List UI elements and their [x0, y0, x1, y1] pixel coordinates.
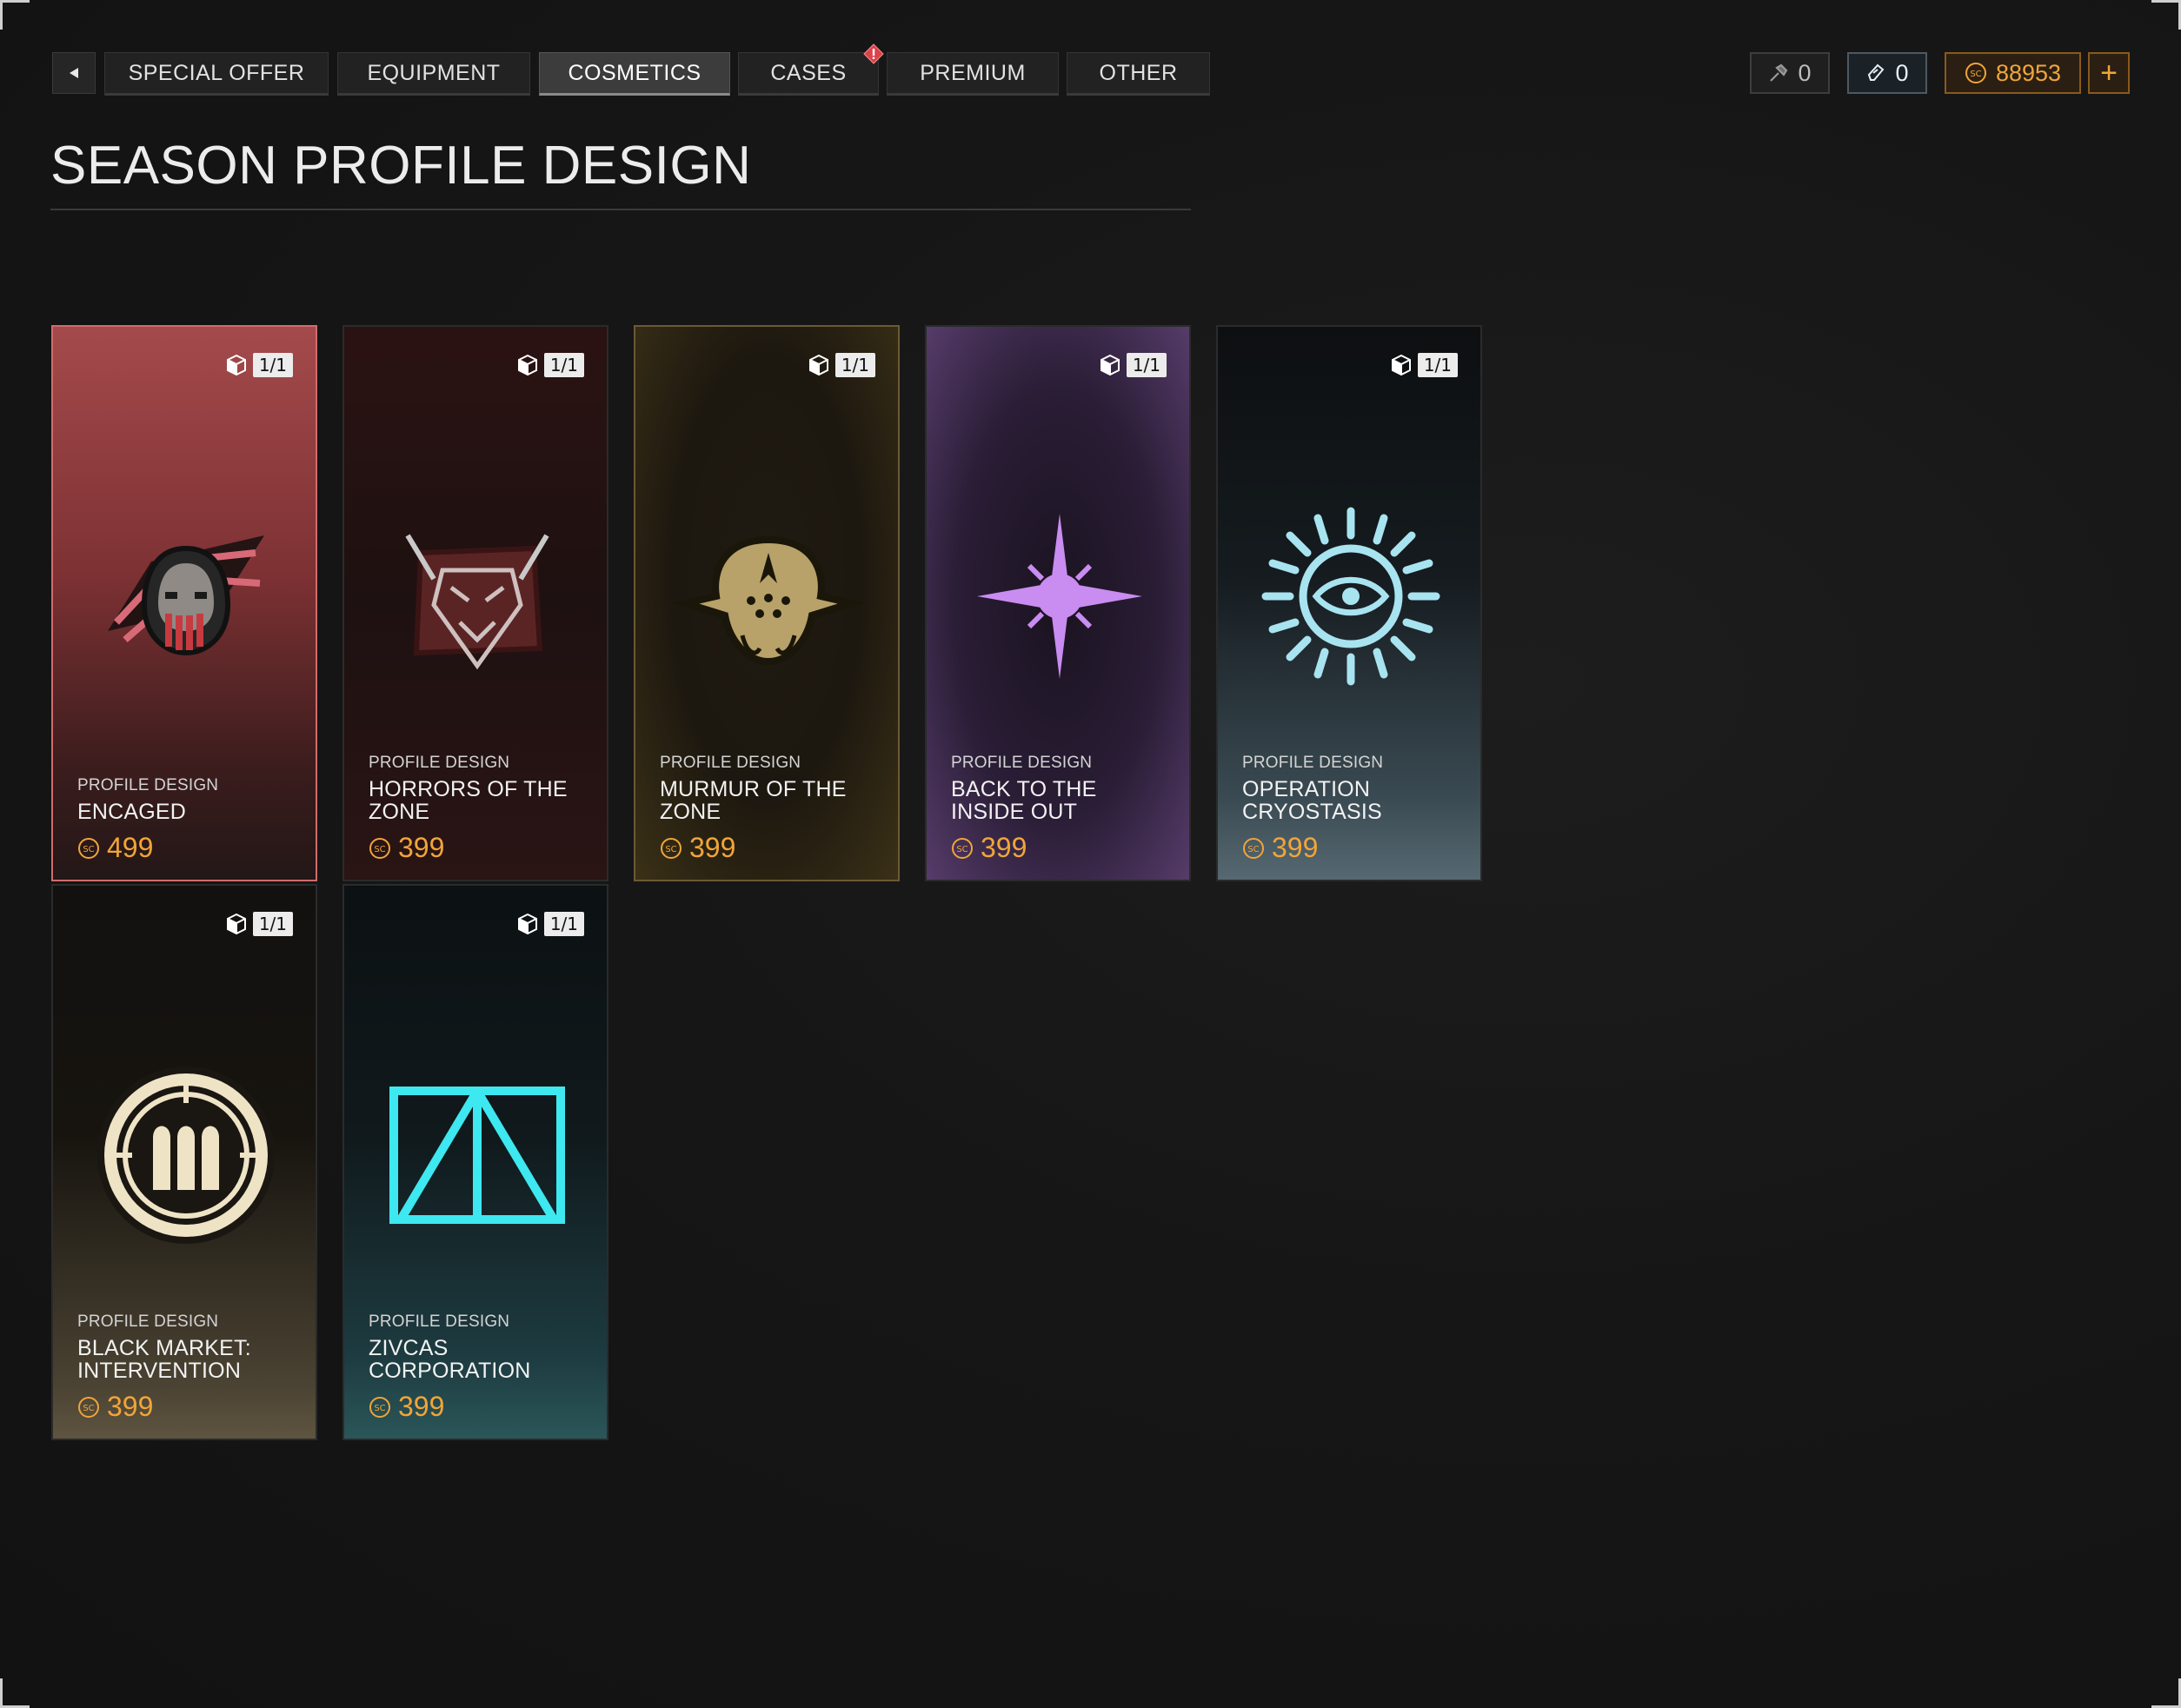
star-burst-emblem-icon — [977, 514, 1142, 679]
tool-icon — [1770, 63, 1788, 82]
currency-item-2: 0 — [1847, 52, 1927, 94]
coin-icon: SC — [661, 837, 682, 859]
coin-icon: SC — [1965, 63, 1986, 83]
alert-diamond-icon — [863, 43, 884, 64]
card-info: PROFILE DESIGN OPERATION CRYOSTASIS SC 3… — [1242, 754, 1463, 864]
currency-coins-value: 88953 — [1995, 59, 2062, 86]
card-name: OPERATION CRYOSTASIS — [1242, 777, 1382, 824]
stock-count: 1/1 — [808, 353, 875, 377]
box-icon — [1100, 354, 1120, 376]
card-name: BACK TO THE INSIDE OUT — [951, 777, 1097, 824]
svg-text:SC: SC — [665, 845, 676, 854]
svg-text:SC: SC — [956, 845, 967, 854]
coin-icon: SC — [1243, 837, 1264, 859]
svg-text:SC: SC — [83, 845, 94, 854]
svg-text:SC: SC — [1970, 70, 1981, 79]
box-icon — [517, 913, 537, 935]
shop-card-horrors-of-the-zone[interactable]: 1/1 PROFILE DESIGN HORRORS OF THE ZONE S… — [342, 325, 608, 881]
shop-card-zivcas-corporation[interactable]: 1/1 PROFILE DESIGN ZIVCAS CORPORATION SC… — [342, 884, 608, 1440]
shop-card-encaged[interactable]: 1/1 PROFILE DESIGN ENCAGED SC 499 — [51, 325, 317, 881]
svg-text:SC: SC — [83, 1404, 94, 1413]
svg-text:SC: SC — [1247, 845, 1259, 854]
card-name: MURMUR OF THE ZONE — [660, 777, 847, 824]
tab-premium[interactable]: PREMIUM — [887, 52, 1059, 96]
tab-cases[interactable]: CASES — [738, 52, 879, 96]
murmur-emblem-icon — [673, 535, 864, 666]
card-info: PROFILE DESIGN HORRORS OF THE ZONE SC 39… — [369, 754, 589, 864]
card-name: HORRORS OF THE ZONE — [369, 777, 568, 824]
svg-text:SC: SC — [374, 1404, 385, 1413]
card-price: SC 399 — [1242, 832, 1463, 864]
card-info: PROFILE DESIGN MURMUR OF THE ZONE SC 399 — [660, 754, 881, 864]
currency-coins: SC 88953 — [1945, 52, 2081, 94]
card-price: SC 399 — [369, 832, 589, 864]
card-price: SC 399 — [369, 1391, 589, 1423]
frame-corner — [2151, 1678, 2181, 1708]
card-name: BLACK MARKET: INTERVENTION — [77, 1336, 251, 1383]
currency-item-1-value: 0 — [1798, 59, 1812, 86]
frame-corner — [0, 1678, 30, 1708]
currency-item-1: 0 — [1750, 52, 1830, 94]
bullets-emblem-icon — [97, 1067, 275, 1244]
stock-count: 1/1 — [516, 912, 584, 936]
coin-icon: SC — [952, 837, 973, 859]
currency-item-2-value: 0 — [1895, 59, 1909, 86]
stock-count: 1/1 — [225, 912, 293, 936]
box-icon — [808, 354, 828, 376]
tab-other[interactable]: OTHER — [1067, 52, 1210, 96]
card-info: PROFILE DESIGN ENCAGED SC 499 — [77, 776, 298, 864]
stock-count: 1/1 — [516, 353, 584, 377]
frame-corner — [2151, 0, 2181, 30]
frame-corner — [0, 0, 30, 30]
shop-card-murmur-of-the-zone[interactable]: 1/1 PROFILE DESIGN MURMUR OF THE ZONE SC… — [634, 325, 900, 881]
card-name: ENCAGED — [77, 800, 187, 824]
ticket-icon — [1868, 63, 1885, 81]
svg-text:SC: SC — [374, 845, 385, 854]
box-icon — [1391, 354, 1411, 376]
card-price: SC 399 — [660, 832, 881, 864]
stock-count: 1/1 — [225, 353, 293, 377]
box-icon — [226, 913, 246, 935]
add-coins-button[interactable]: + — [2088, 52, 2130, 94]
box-icon — [226, 354, 246, 376]
stock-count: 1/1 — [1390, 353, 1458, 377]
tab-cosmetics[interactable]: COSMETICS — [539, 52, 730, 96]
shop-card-black-market-intervention[interactable]: 1/1 PROFILE DESIGN BLACK MARKET: INTERVE… — [51, 884, 317, 1440]
title-divider — [50, 209, 1191, 210]
card-price: SC 399 — [951, 832, 1172, 864]
zivcas-logo-icon — [389, 1087, 565, 1224]
coin-icon: SC — [369, 837, 390, 859]
tab-special-offer[interactable]: SPECIAL OFFER — [104, 52, 329, 96]
card-price: SC 499 — [77, 832, 298, 864]
coin-icon: SC — [78, 1396, 99, 1418]
card-info: PROFILE DESIGN BACK TO THE INSIDE OUT SC… — [951, 754, 1172, 864]
eye-sun-emblem-icon — [1261, 507, 1440, 686]
shop-card-operation-cryostasis[interactable]: 1/1 PROFILE DESIGN OPERATION CRYOSTASIS … — [1216, 325, 1482, 881]
box-icon — [517, 354, 537, 376]
back-button[interactable] — [52, 52, 96, 94]
stock-count: 1/1 — [1099, 353, 1167, 377]
shop-card-back-to-the-inside-out[interactable]: 1/1 PROFILE DESIGN BACK TO THE INSIDE OU… — [925, 325, 1191, 881]
card-info: PROFILE DESIGN ZIVCAS CORPORATION SC 399 — [369, 1313, 589, 1423]
tab-equipment[interactable]: EQUIPMENT — [337, 52, 530, 96]
card-name: ZIVCAS CORPORATION — [369, 1336, 531, 1383]
page-title: SEASON PROFILE DESIGN — [50, 136, 752, 196]
horrors-emblem-icon — [405, 534, 549, 670]
coin-icon: SC — [78, 837, 99, 859]
card-info: PROFILE DESIGN BLACK MARKET: INTERVENTIO… — [77, 1313, 298, 1423]
triangle-left-icon — [70, 68, 78, 78]
coin-icon: SC — [369, 1396, 390, 1418]
card-price: SC 399 — [77, 1391, 298, 1423]
encaged-emblem-icon — [108, 535, 264, 656]
